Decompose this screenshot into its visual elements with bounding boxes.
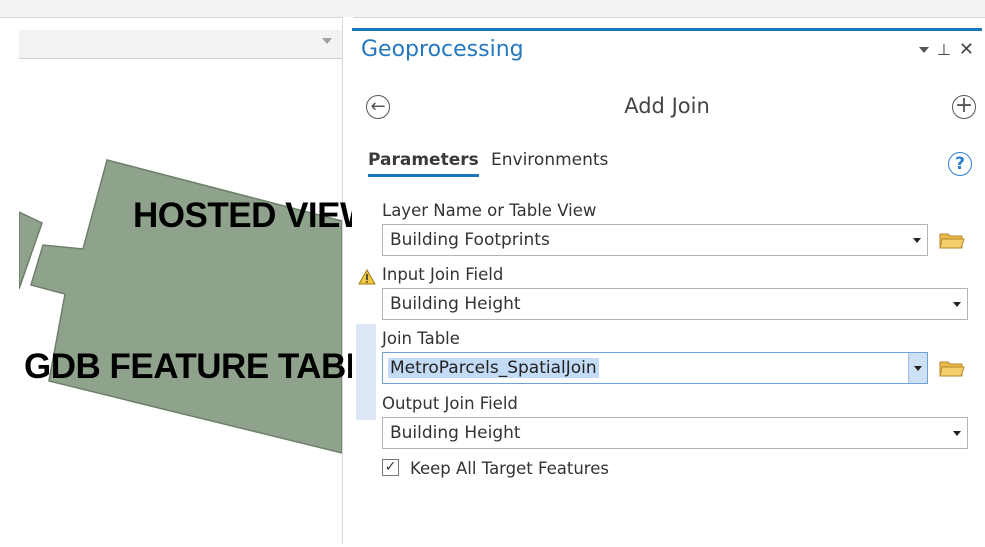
geoprocessing-pane: Geoprocessing ⊥ ✕ ← Add Join + Parameter…: [352, 28, 982, 547]
active-parameter-marker: [356, 324, 376, 420]
pane-options-chevron-icon[interactable]: [918, 46, 929, 53]
map-view[interactable]: [19, 59, 342, 544]
folder-icon[interactable]: [939, 231, 965, 249]
output-join-field-label: Output Join Field: [382, 394, 518, 413]
tab-parameters[interactable]: Parameters: [368, 150, 479, 177]
output-join-field-dropdown[interactable]: Building Height: [382, 417, 968, 449]
pin-icon[interactable]: ⊥: [937, 40, 951, 59]
folder-icon[interactable]: [939, 359, 965, 377]
output-join-field-value: Building Height: [390, 423, 521, 443]
keep-all-checkbox[interactable]: ✓: [382, 459, 399, 476]
layer-name-value: Building Footprints: [390, 230, 550, 250]
warning-icon: [358, 269, 376, 285]
top-toolbar-strip: [0, 0, 985, 18]
input-join-field-dropdown[interactable]: Building Height: [382, 288, 968, 320]
dropdown-arrow-icon: [953, 302, 961, 307]
close-icon[interactable]: ✕: [959, 39, 974, 60]
chevron-down-icon[interactable]: [322, 38, 332, 44]
tab-environments[interactable]: Environments: [491, 150, 608, 170]
dropdown-arrow-icon: [914, 366, 922, 371]
dropdown-arrow-icon: [953, 431, 961, 436]
help-icon[interactable]: ?: [948, 152, 972, 176]
keep-all-label: Keep All Target Features: [410, 459, 609, 478]
dropdown-arrow-icon: [913, 238, 921, 243]
pane-title: Geoprocessing: [361, 37, 524, 62]
input-join-field-label: Input Join Field: [382, 265, 504, 284]
pane-window-controls: ⊥ ✕: [918, 39, 974, 60]
input-join-field-value: Building Height: [390, 294, 521, 314]
tool-title: Add Join: [624, 94, 710, 118]
gdb-feature-table-annotation: GDB FEATURE TABLE: [24, 347, 390, 386]
plus-icon[interactable]: +: [952, 95, 976, 119]
hosted-view-annotation: HOSTED VIEW: [133, 196, 373, 235]
join-table-dropdown[interactable]: MetroParcels_SpatialJoin: [382, 352, 928, 384]
join-table-label: Join Table: [382, 329, 460, 348]
layer-name-label: Layer Name or Table View: [382, 201, 597, 220]
layer-name-dropdown[interactable]: Building Footprints: [382, 224, 928, 256]
dropdown-button[interactable]: [908, 353, 927, 383]
map-tab-strip: [19, 30, 342, 59]
join-table-value: MetroParcels_SpatialJoin: [388, 358, 599, 378]
